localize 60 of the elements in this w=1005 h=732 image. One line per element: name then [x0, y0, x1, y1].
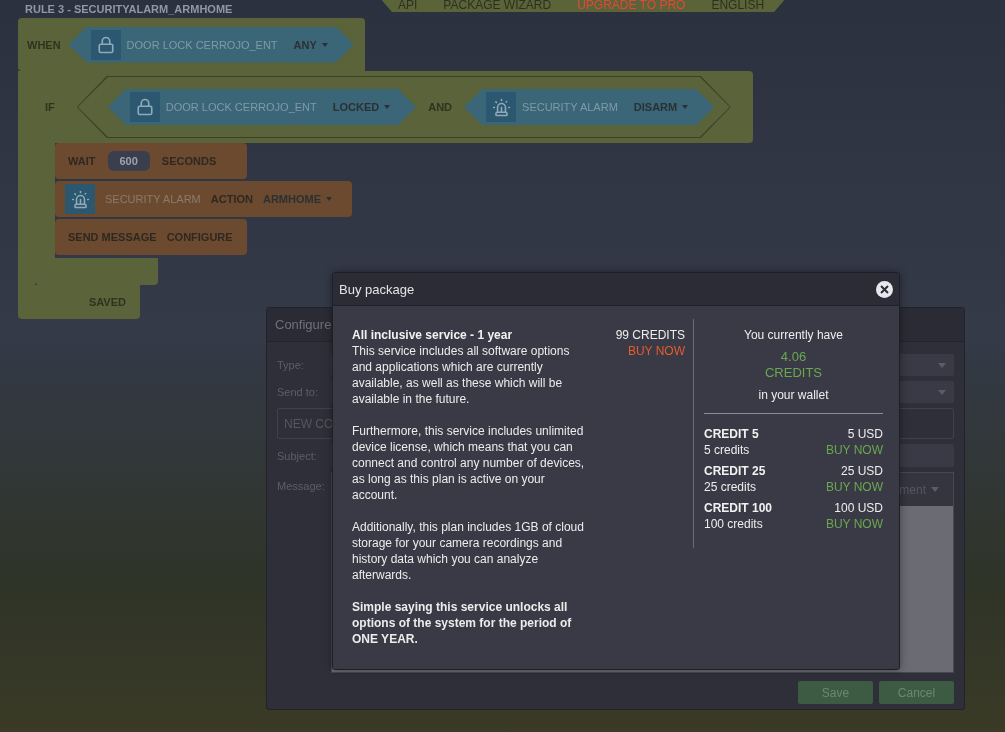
device-block[interactable]: SECURITY ALARM DISARM: [464, 89, 715, 125]
package-description: Simple saying this service unlocks all options of the system for the period of ONE YEAR.: [352, 599, 573, 647]
action-label: ACTION: [210, 193, 253, 205]
caret-icon: [384, 105, 391, 109]
message-block[interactable]: SEND MESSAGE CONFIGURE: [55, 219, 247, 255]
configure-link[interactable]: CONFIGURE: [166, 231, 233, 243]
number-field[interactable]: 600: [107, 151, 150, 171]
buy-now-link[interactable]: BUY NOW: [627, 343, 685, 359]
wait-block[interactable]: WAIT 600 SECONDS: [55, 143, 247, 179]
package-price: 99 CREDITS: [615, 327, 685, 343]
wallet-unit: CREDITS: [764, 365, 823, 381]
message-label: SEND MESSAGE: [68, 231, 157, 243]
action-block[interactable]: SECURITY ALARM ACTION ARMHOME: [55, 181, 352, 217]
package-description: Additionally, this plan includes 1GB of cloud storage for your camera recordings and history data which you can analyze afterwards.: [352, 519, 585, 583]
credit-price: 25 USD: [839, 463, 883, 479]
wait-label: WAIT: [68, 155, 96, 167]
buy-now-link[interactable]: BUY NOW: [825, 516, 883, 532]
caret-icon: [938, 389, 946, 395]
device-block[interactable]: DOOR LOCK CERROJO_ENT ANY: [68, 26, 354, 63]
padlock-icon: [129, 92, 160, 122]
credit-count: 5 credits: [704, 442, 751, 458]
credit-price: 5 USD: [846, 426, 883, 442]
padlock-icon: [90, 29, 121, 60]
caret-icon: [682, 105, 689, 109]
device-name: DOOR LOCK CERROJO_ENT: [126, 38, 278, 51]
rule-title: RULE 3 - SECURITYALARM_ARMHOME: [24, 2, 234, 15]
modal-title: Buy package: [339, 281, 415, 297]
wallet-intro: You currently have: [744, 327, 843, 343]
device-name: SECURITY ALARM: [105, 193, 201, 205]
caret-icon: [938, 362, 946, 368]
credit-price: 100 USD: [833, 500, 883, 516]
device-block[interactable]: DOOR LOCK CERROJO_ENT LOCKED: [107, 89, 417, 125]
package-description: Furthermore, this service includes unlimited device license, which means that you can connect and control any number of devices, as long as this plan is active on your account.: [352, 423, 586, 503]
close-icon: [880, 284, 889, 294]
unit-label: SECONDS: [161, 155, 217, 167]
package-description: This service includes all software options and applications which are currently available, as well as these which will be available in the future.: [352, 343, 571, 407]
credit-name: CREDIT 5: [704, 426, 760, 442]
option-dropdown[interactable]: ANY: [293, 38, 328, 51]
device-name: DOOR LOCK CERROJO_ENT: [165, 101, 317, 113]
credit-name: CREDIT 25: [704, 463, 767, 479]
nav-link[interactable]: UPGRADE TO PRO: [577, 0, 686, 12]
credit-count: 25 credits: [704, 479, 758, 495]
siren-icon: [65, 184, 95, 214]
option-dropdown[interactable]: ARMHOME: [262, 193, 332, 205]
close-button[interactable]: [876, 280, 893, 298]
caret-icon: [931, 487, 939, 492]
credit-name: CREDIT 100: [704, 500, 774, 516]
device-name: SECURITY ALARM: [522, 101, 618, 113]
option-dropdown[interactable]: DISARM: [633, 101, 689, 113]
package-title: All inclusive service - 1 year: [352, 327, 514, 343]
wallet-suffix: in your wallet: [758, 387, 829, 403]
caret-icon: [326, 197, 332, 201]
dialog-title: Configure: [275, 317, 332, 332]
wallet-amount: 4.06: [780, 349, 807, 365]
credit-count: 100 credits: [704, 516, 764, 532]
buy-now-link[interactable]: BUY NOW: [825, 479, 883, 495]
option-dropdown[interactable]: LOCKED: [332, 101, 391, 113]
caret-icon: [321, 42, 328, 47]
buy-now-link[interactable]: BUY NOW: [825, 442, 883, 458]
siren-icon: [486, 92, 517, 122]
